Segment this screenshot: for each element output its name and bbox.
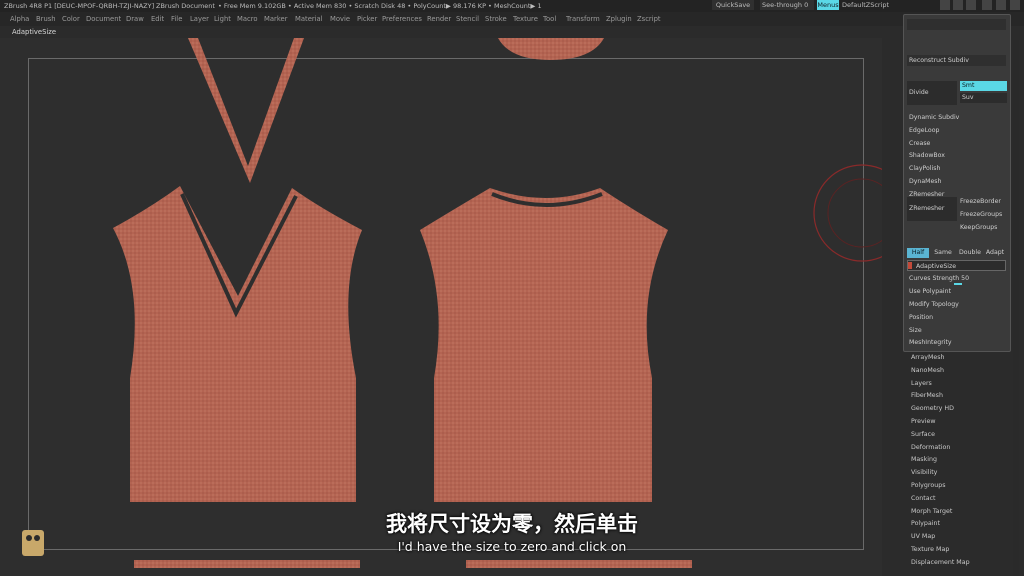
menu-layer[interactable]: Layer — [190, 12, 209, 26]
zremesher-button[interactable]: ZRemesher — [907, 197, 957, 221]
adapt-button[interactable]: Adapt — [984, 248, 1006, 258]
brush-cursor-inner — [827, 178, 882, 248]
menu-texture[interactable]: Texture — [513, 12, 538, 26]
smt-toggle[interactable]: Smt — [960, 81, 1007, 91]
subtitle-chinese: 我将尺寸设为零，然后单击 — [386, 512, 638, 536]
freeze-border-toggle[interactable]: FreezeBorder — [958, 196, 1008, 207]
subpalette-polygroups[interactable]: Polygroups — [903, 480, 1013, 493]
panel-item-dynamic-subdiv[interactable]: Dynamic Subdiv — [907, 112, 1006, 123]
menu-edit[interactable]: Edit — [151, 12, 164, 26]
close-icon[interactable] — [1010, 0, 1020, 10]
subpalette-arraymesh[interactable]: ArrayMesh — [903, 352, 1013, 365]
panel-item-modify-topology[interactable]: Modify Topology — [907, 299, 1006, 310]
menu-macro[interactable]: Macro — [237, 12, 258, 26]
panel-item-size[interactable]: Size — [907, 325, 1006, 336]
panel-item-meshintegrity[interactable]: MeshIntegrity — [907, 337, 1006, 348]
menus-button[interactable]: Menus — [817, 0, 839, 10]
minimize-icon[interactable] — [982, 0, 992, 10]
subpalette-visibility[interactable]: Visibility — [903, 467, 1013, 480]
menu-stroke[interactable]: Stroke — [485, 12, 507, 26]
window-icon-3[interactable] — [966, 0, 976, 10]
menu-picker[interactable]: Picker — [357, 12, 377, 26]
panel-item-shadowbox[interactable]: ShadowBox — [907, 150, 1006, 161]
menu-tool[interactable]: Tool — [543, 12, 556, 26]
subpalette-layers[interactable]: Layers — [903, 378, 1013, 391]
slider-marker-icon — [908, 262, 912, 269]
menu-draw[interactable]: Draw — [126, 12, 144, 26]
use-polypaint-toggle[interactable]: Use Polypaint — [907, 286, 1006, 297]
menu-transform[interactable]: Transform — [566, 12, 600, 26]
geometry-panel: Reconstruct Subdiv Divide Smt Suv Dynami… — [903, 14, 1011, 352]
subpalette-contact[interactable]: Contact — [903, 493, 1013, 506]
window-icon-1[interactable] — [940, 0, 950, 10]
menu-zplugin[interactable]: Zplugin — [606, 12, 632, 26]
menu-bar: Alpha Brush Color Document Draw Edit File Layer… — [0, 12, 1024, 26]
canvas-viewport[interactable] — [0, 38, 882, 576]
divide-button[interactable]: Divide — [907, 81, 957, 105]
vest-front — [113, 186, 362, 502]
curves-strength-bar — [954, 283, 962, 285]
half-button[interactable]: Half — [907, 248, 929, 258]
menu-zscript[interactable]: Zscript — [637, 12, 661, 26]
menu-marker[interactable]: Marker — [264, 12, 288, 26]
keep-groups-toggle[interactable]: KeepGroups — [958, 222, 1008, 233]
right-scrollbar[interactable] — [1013, 40, 1019, 576]
subpalette-fibermesh[interactable]: FiberMesh — [903, 390, 1013, 403]
brush-cursor — [813, 164, 882, 262]
menu-alpha[interactable]: Alpha — [10, 12, 29, 26]
subpalette-displacement-map[interactable]: Displacement Map — [903, 557, 1013, 570]
same-button[interactable]: Same — [932, 248, 954, 258]
tool-label: AdaptiveSize — [12, 28, 57, 36]
convert-bpr-button[interactable] — [907, 68, 1006, 79]
title-bar: ZBrush 4R8 P1 [DEUC-MPOF-QRBH-TZJI-NAZY]… — [0, 0, 1024, 12]
hem-strip-left — [134, 560, 360, 568]
menu-movie[interactable]: Movie — [330, 12, 350, 26]
panel-item-crease[interactable]: Crease — [907, 138, 1006, 149]
subpalette-geometry-hd[interactable]: Geometry HD — [903, 403, 1013, 416]
subtitle-english: I'd have the size to zero and click on — [397, 539, 627, 554]
collar-piece-round — [498, 38, 604, 60]
see-through-slider[interactable]: See-through 0 — [760, 0, 814, 10]
panel-item-claypolish[interactable]: ClayPolish — [907, 163, 1006, 174]
vest-back — [420, 188, 668, 502]
adaptive-size-slider[interactable]: AdaptiveSize — [907, 260, 1006, 271]
maximize-icon[interactable] — [996, 0, 1006, 10]
del-lower-button[interactable] — [907, 32, 1006, 43]
panel-item-dynamesh[interactable]: DynaMesh — [907, 176, 1006, 187]
window-icon-2[interactable] — [953, 0, 963, 10]
quicksave-button[interactable]: QuickSave — [712, 0, 754, 10]
menu-stencil[interactable]: Stencil — [456, 12, 479, 26]
subpalette-surface[interactable]: Surface — [903, 429, 1013, 442]
hem-strip-right — [466, 560, 692, 568]
menu-color[interactable]: Color — [62, 12, 80, 26]
default-zscript-button[interactable]: DefaultZScript — [842, 0, 890, 10]
memory-info: • Free Mem 9.102GB • Active Mem 830 • Sc… — [218, 2, 542, 10]
menu-material[interactable]: Material — [295, 12, 323, 26]
garment-pieces — [22, 38, 882, 568]
tool-row: AdaptiveSize — [0, 26, 900, 38]
subpalette-masking[interactable]: Masking — [903, 454, 1013, 467]
menu-light[interactable]: Light — [214, 12, 231, 26]
panel-item-edgeloop[interactable]: EdgeLoop — [907, 125, 1006, 136]
suv-toggle[interactable]: Suv — [960, 93, 1007, 103]
menu-document[interactable]: Document — [86, 12, 121, 26]
app-title: ZBrush 4R8 P1 [DEUC-MPOF-QRBH-TZJI-NAZY] — [4, 2, 155, 10]
panel-item-position[interactable]: Position — [907, 312, 1006, 323]
menu-brush[interactable]: Brush — [36, 12, 56, 26]
double-button[interactable]: Double — [957, 248, 983, 258]
subpalette-deformation[interactable]: Deformation — [903, 442, 1013, 455]
subpalette-nanomesh[interactable]: NanoMesh — [903, 365, 1013, 378]
document-name: ZBrush Document — [156, 2, 215, 10]
menu-render[interactable]: Render — [427, 12, 451, 26]
reconstruct-subdiv-button[interactable]: Reconstruct Subdiv — [907, 55, 1006, 66]
target-polys-slider[interactable] — [907, 222, 957, 233]
freeze-groups-toggle[interactable]: FreezeGroups — [958, 209, 1008, 220]
menu-preferences[interactable]: Preferences — [382, 12, 422, 26]
menu-file[interactable]: File — [171, 12, 182, 26]
subpalette-preview[interactable]: Preview — [903, 416, 1013, 429]
adaptive-density-slider[interactable] — [907, 235, 1006, 246]
collar-piece-v — [188, 38, 304, 183]
lower-res-button[interactable] — [907, 19, 1006, 30]
